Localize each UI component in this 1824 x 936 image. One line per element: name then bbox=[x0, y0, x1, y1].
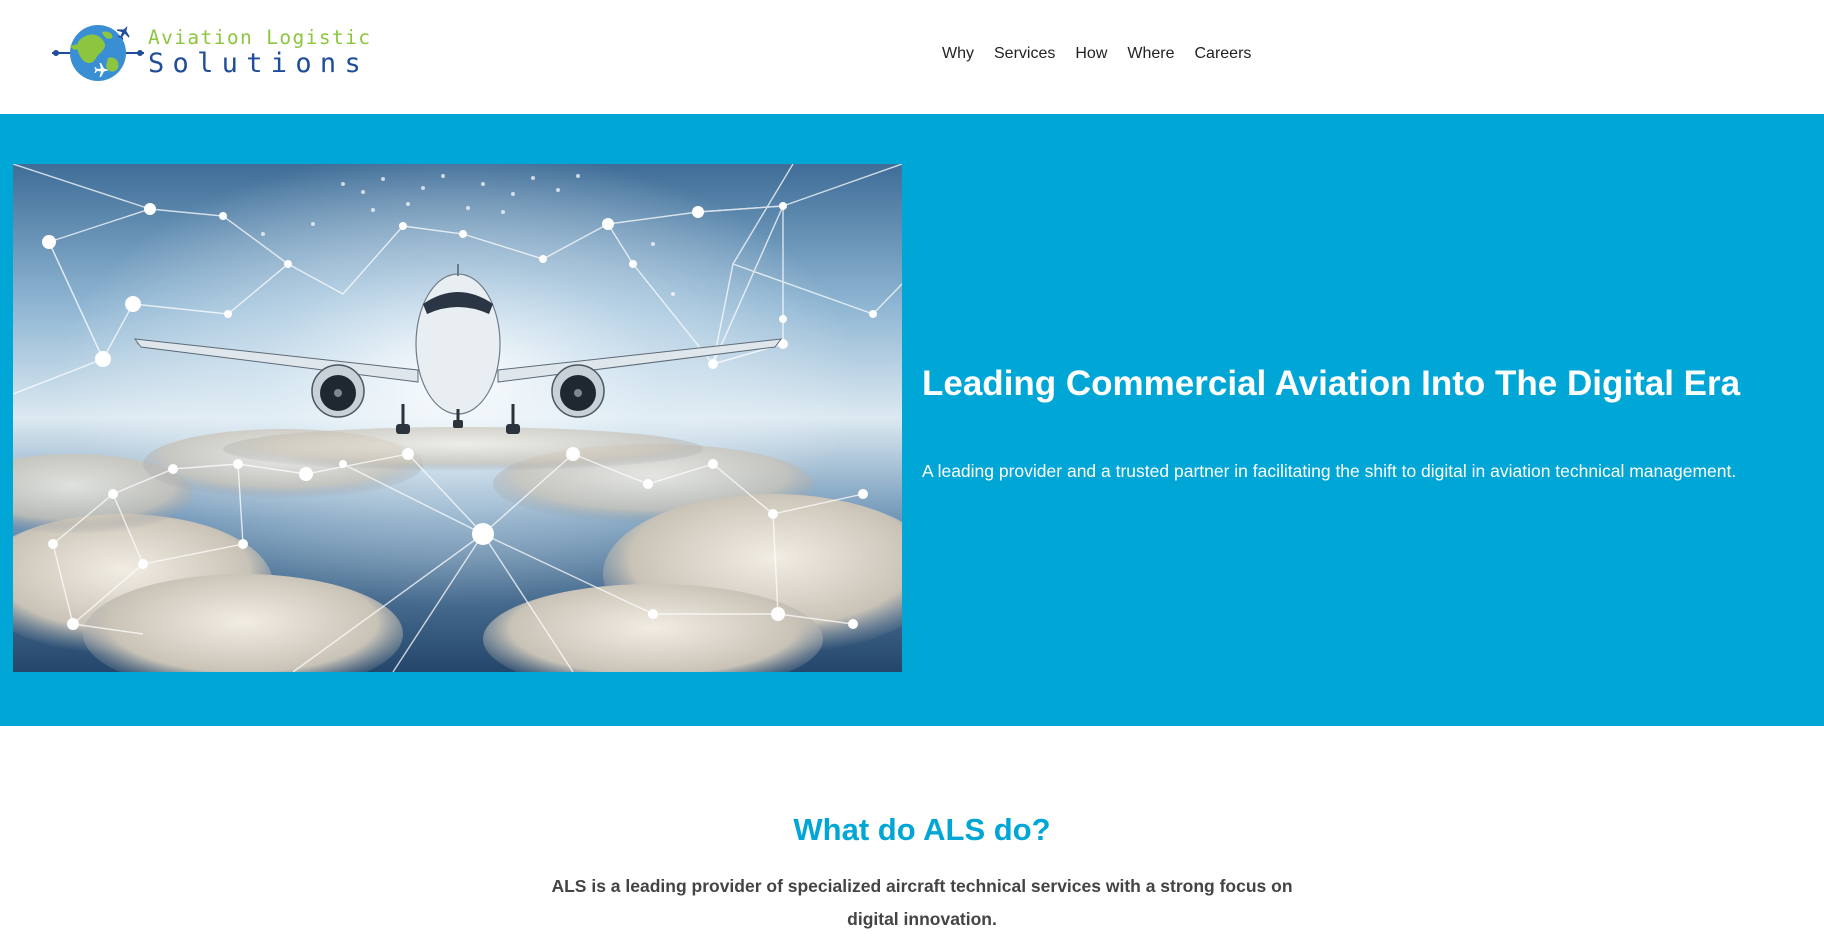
nav-link-where[interactable]: Where bbox=[1117, 42, 1184, 66]
site-logo[interactable]: Aviation Logistic Solutions bbox=[52, 22, 370, 84]
airplane-network-image bbox=[13, 164, 902, 672]
hero-section: Leading Commercial Aviation Into The Dig… bbox=[0, 114, 1824, 726]
logo-text-line1: Aviation Logistic bbox=[148, 26, 372, 49]
logo-text-line2: Solutions bbox=[148, 48, 369, 79]
nav-link-how[interactable]: How bbox=[1065, 42, 1117, 66]
globe-plane-icon bbox=[52, 25, 144, 81]
what-section: What do ALS do? ALS is a leading provide… bbox=[0, 726, 1824, 935]
what-heading: What do ALS do? bbox=[793, 812, 1051, 847]
hero-subtitle: A leading provider and a trusted partner… bbox=[922, 461, 1737, 481]
nav-link-services[interactable]: Services bbox=[984, 42, 1065, 66]
hero-image bbox=[13, 164, 902, 672]
nav-link-why[interactable]: Why bbox=[932, 42, 984, 66]
hero-title: Leading Commercial Aviation Into The Dig… bbox=[922, 364, 1741, 403]
main-nav: Why Services How Where Careers bbox=[932, 42, 1261, 66]
what-description: ALS is a leading provider of specialized… bbox=[551, 876, 1293, 929]
site-header: Aviation Logistic Solutions Why Services… bbox=[0, 0, 1824, 114]
nav-link-careers[interactable]: Careers bbox=[1185, 42, 1262, 66]
